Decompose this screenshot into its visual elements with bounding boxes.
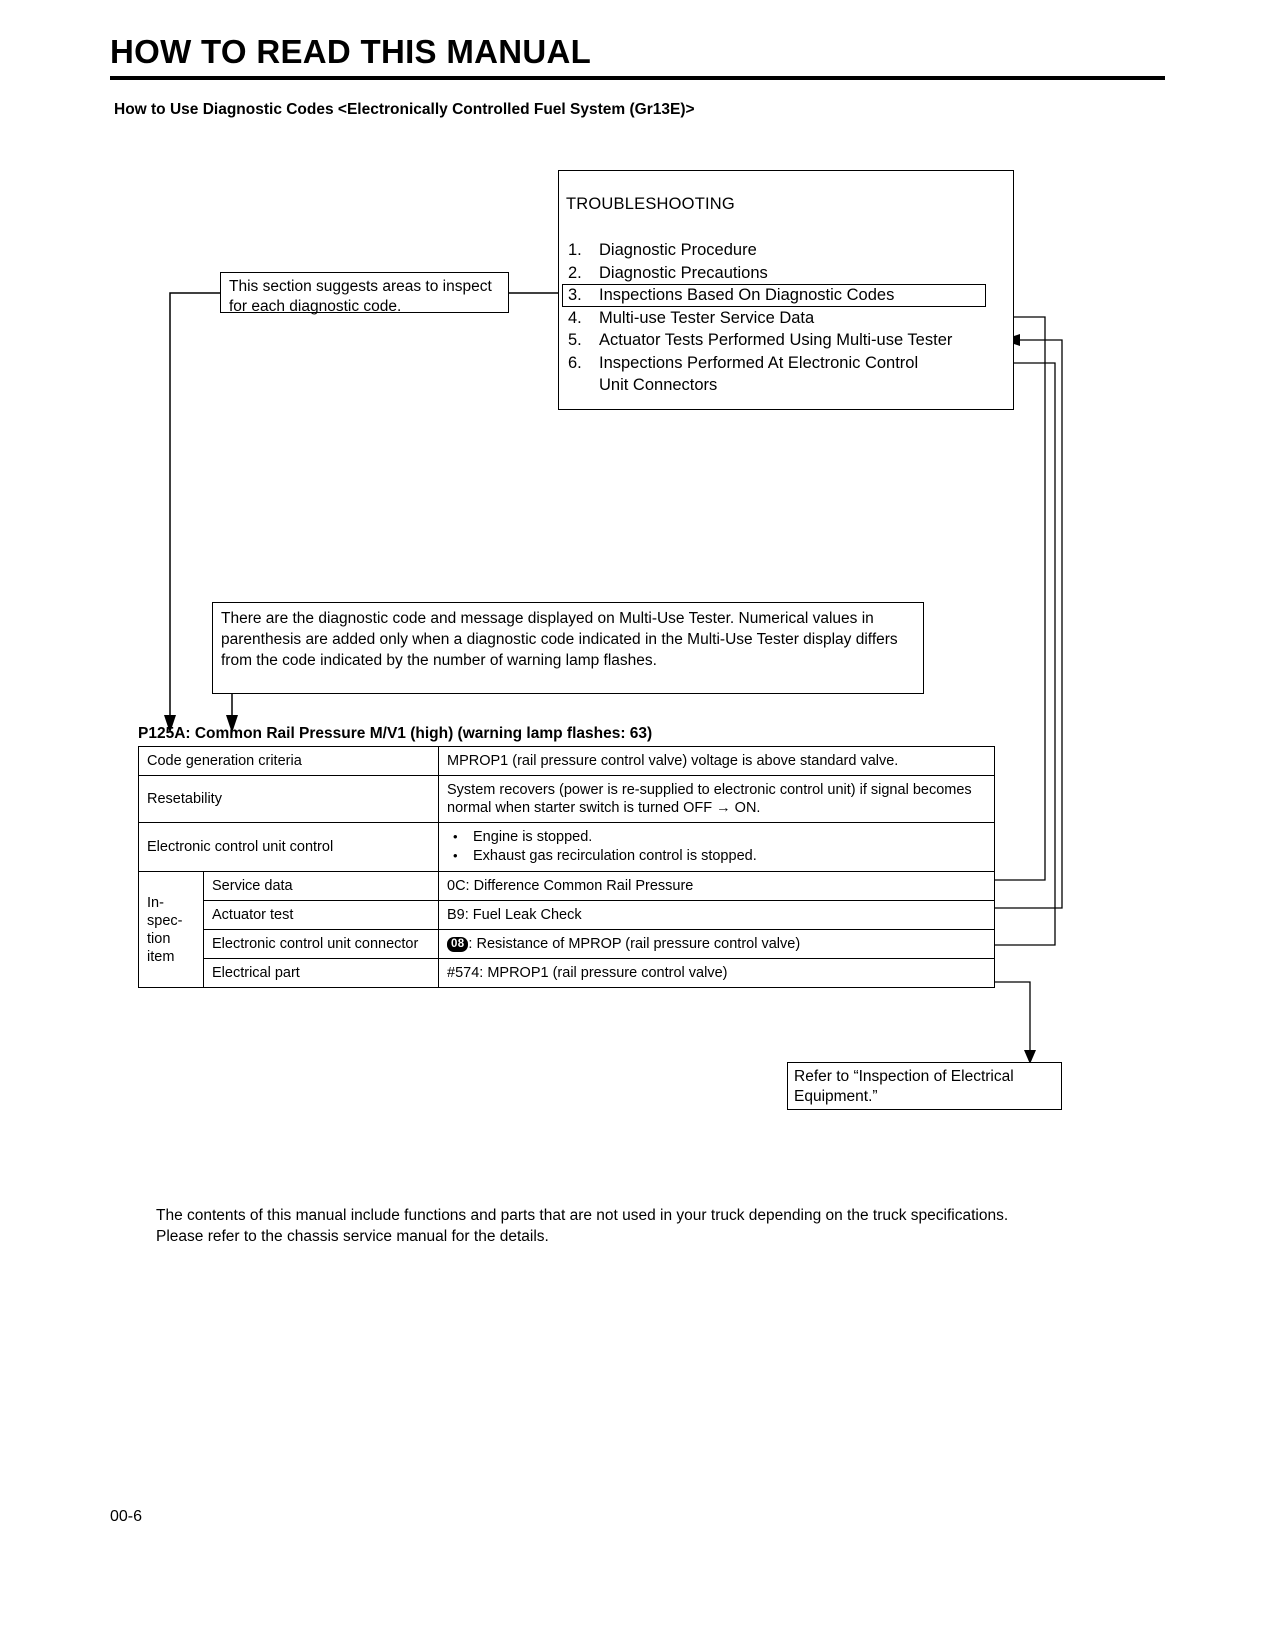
row-label: Actuator test (202, 900, 440, 930)
troubleshooting-item-1[interactable]: 1. Diagnostic Procedure (568, 239, 1008, 262)
table-row-ecu-control: Electronic control unit control Engine i… (137, 822, 996, 872)
footer-note: The contents of this manual include func… (156, 1207, 1009, 1245)
row-label: Resetability (137, 775, 440, 823)
row-value-text: : Resistance of MPROP (rail pressure con… (468, 936, 801, 952)
row-value: #574: MPROP1 (rail pressure control valv… (438, 958, 996, 988)
item-label: Diagnostic Procedure (599, 241, 757, 259)
row-value: 08: Resistance of MPROP (rail pressure c… (438, 929, 996, 959)
row-value: B9: Fuel Leak Check (438, 900, 996, 930)
row-label: Code generation criteria (137, 746, 440, 776)
item-number: 1. (568, 241, 582, 259)
item-number: 6. (568, 353, 582, 372)
item-number: 2. (568, 263, 582, 282)
item-label: Actuator Tests Performed Using Multi-use… (599, 331, 953, 349)
troubleshooting-item-4[interactable]: 4. Multi-use Tester Service Data (568, 307, 1008, 330)
troubleshooting-list: 1. Diagnostic Procedure 2. Diagnostic Pr… (568, 239, 1008, 397)
table-row-actuator-test: Actuator test B9: Fuel Leak Check (139, 900, 996, 930)
item-number: 4. (568, 308, 582, 327)
row-value: MPROP1 (rail pressure control valve) vol… (438, 746, 996, 776)
manual-page: HOW TO READ THIS MANUAL How to Use Diagn… (0, 0, 1275, 1650)
table-row-service-data: In-spec-tion item Service data 0C: Differ… (138, 871, 996, 988)
item-label: Diagnostic Precautions (599, 263, 768, 282)
item-label: Multi-use Tester Service Data (599, 308, 815, 327)
refer-text: Refer to “Inspection of Electrical Equip… (794, 1068, 1014, 1105)
row-value: 0C: Difference Common Rail Pressure (438, 871, 996, 901)
troubleshooting-item-2[interactable]: 2. Diagnostic Precautions (568, 262, 1008, 285)
ecu-control-bullet-list: Engine is stopped. Exhaust gas recircula… (447, 827, 986, 866)
bullet-item: Exhaust gas recirculation control is sto… (447, 846, 986, 866)
row-value: System recovers (power is re-supplied to… (438, 775, 996, 823)
page-title: HOW TO READ THIS MANUAL (110, 33, 592, 70)
troubleshooting-heading: TROUBLESHOOTING (566, 195, 735, 213)
table-row-electrical-part: Electrical part #574: MPROP1 (rail press… (139, 958, 996, 988)
bullet-item: Engine is stopped. (447, 827, 986, 847)
callout-diagnostic-note: There are the diagnostic code and messag… (212, 602, 924, 694)
row-label: Service data (202, 871, 440, 901)
diagnostic-code-heading: P125A: Common Rail Pressure M/V1 (high) … (138, 725, 653, 742)
callout-text: This section suggests areas to inspect f… (229, 278, 492, 315)
callout-refer-box: Refer to “Inspection of Electrical Equip… (787, 1062, 1062, 1110)
diagnostic-table: Code generation criteria MPROP1 (rail pr… (137, 746, 996, 988)
highlight-box-item-3 (562, 284, 986, 307)
callout-text: There are the diagnostic code and messag… (221, 610, 898, 669)
inspection-item-label: In-spec-tion item (138, 871, 204, 988)
connector-number-badge: 08 (447, 937, 469, 952)
title-divider (110, 76, 1165, 80)
row-label: Electronic control unit connector (202, 929, 440, 959)
callout-section-suggests: This section suggests areas to inspect f… (220, 272, 509, 315)
troubleshooting-item-5[interactable]: 5. Actuator Tests Performed Using Multi-… (568, 329, 1008, 352)
item-label-continued: Unit Connectors (599, 376, 718, 394)
item-number: 5. (568, 331, 582, 349)
row-value: Engine is stopped. Exhaust gas recircula… (438, 822, 996, 872)
section-subtitle: How to Use Diagnostic Codes <Electronica… (114, 101, 695, 118)
item-label: Inspections Performed At Electronic Cont… (599, 353, 919, 372)
table-row-code-generation: Code generation criteria MPROP1 (rail pr… (137, 746, 996, 776)
row-label: Electrical part (202, 958, 440, 988)
table-row-resetability: Resetability System recovers (power is r… (137, 775, 996, 823)
row-label: Electronic control unit control (137, 822, 440, 872)
table-row-ecu-connector: Electronic control unit connector 08: Re… (139, 929, 996, 959)
troubleshooting-item-6[interactable]: 6. Inspections Performed At Electronic C… (568, 352, 1008, 397)
page-number: 00-6 (110, 1508, 143, 1525)
